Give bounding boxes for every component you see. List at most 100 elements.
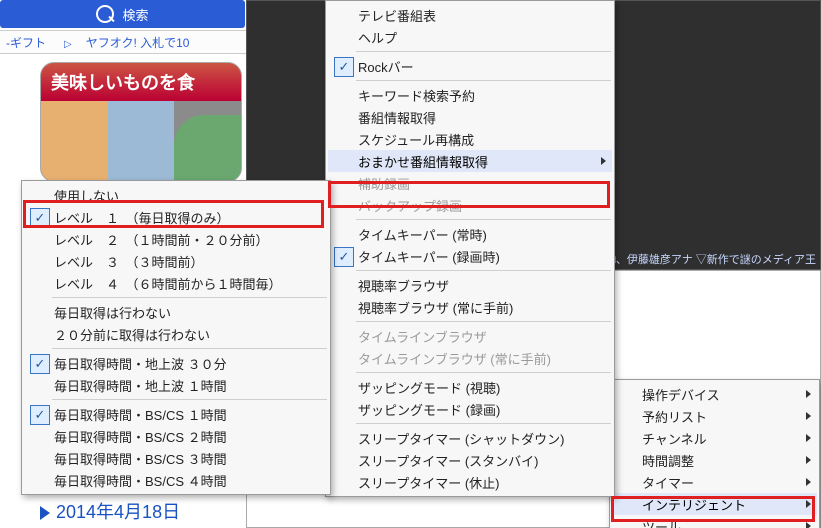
menu-item-label: キーワード検索予約 bbox=[358, 86, 475, 105]
menu-mid-item-18: タイムラインブラウザ bbox=[328, 325, 612, 347]
menu-mid-item-0[interactable]: テレビ番組表 bbox=[328, 4, 612, 26]
menu-separator bbox=[356, 219, 611, 220]
menu-item-label: ザッピングモード (視聴) bbox=[358, 378, 500, 397]
submenu-arrow-icon bbox=[806, 478, 811, 486]
menu-item-label: 毎日取得時間・地上波 ３０分 bbox=[54, 354, 227, 373]
menu-mid-item-7[interactable]: スケジュール再構成 bbox=[328, 128, 612, 150]
submenu-arrow-icon bbox=[806, 390, 811, 398]
menu-left-item-12[interactable]: ✓毎日取得時間・BS/CS １時間 bbox=[24, 403, 328, 425]
banner[interactable]: 美味しいものを食 bbox=[40, 62, 242, 182]
search-button[interactable]: 検索 bbox=[0, 0, 245, 28]
menu-mid-item-13[interactable]: ✓タイムキーパー (録画時) bbox=[328, 245, 612, 267]
menu-separator bbox=[356, 270, 611, 271]
menu-item-label: レベル ２ （１時間前・２０分前） bbox=[54, 230, 269, 249]
menu-separator bbox=[356, 372, 611, 373]
submenu-arrow-icon bbox=[806, 522, 811, 528]
menu-left-item-7[interactable]: ２０分前に取得は行わない bbox=[24, 323, 328, 345]
menu-item-label: タイムキーパー (常時) bbox=[358, 225, 487, 244]
menu-left-item-2[interactable]: レベル ２ （１時間前・２０分前） bbox=[24, 228, 328, 250]
highlight-level1 bbox=[23, 200, 324, 228]
menu-item-label: 操作デバイス bbox=[642, 385, 720, 404]
dark-caption: □、伊藤雄彦アナ ▽新作で謎のメディア王 bbox=[609, 251, 816, 267]
search-icon bbox=[96, 5, 114, 23]
play-icon bbox=[40, 506, 50, 520]
menu-right-item-1[interactable]: 予約リスト bbox=[612, 405, 817, 427]
menu-left-item-9[interactable]: ✓毎日取得時間・地上波 ３０分 bbox=[24, 352, 328, 374]
menu-mid-item-19: タイムラインブラウザ (常に手前) bbox=[328, 347, 612, 369]
menu-mid-item-8[interactable]: おまかせ番組情報取得 bbox=[328, 150, 612, 172]
context-menu-intelligent[interactable]: テレビ番組表ヘルプ✓Rockバーキーワード検索予約番組情報取得スケジュール再構成… bbox=[325, 0, 615, 497]
menu-item-label: 視聴率ブラウザ (常に手前) bbox=[358, 298, 513, 317]
menu-mid-item-6[interactable]: 番組情報取得 bbox=[328, 106, 612, 128]
menu-item-label: ヘルプ bbox=[358, 28, 397, 47]
menu-item-label: タイマー bbox=[642, 473, 694, 492]
submenu-arrow-icon bbox=[601, 157, 606, 165]
menu-separator bbox=[52, 399, 327, 400]
menu-item-label: 予約リスト bbox=[642, 407, 707, 426]
menu-item-label: Rockバー bbox=[358, 57, 414, 76]
menu-item-label: チャンネル bbox=[642, 429, 707, 448]
menu-right-item-4[interactable]: タイマー bbox=[612, 471, 817, 493]
menu-mid-item-26[interactable]: スリープタイマー (休止) bbox=[328, 471, 612, 493]
menu-mid-item-24[interactable]: スリープタイマー (シャットダウン) bbox=[328, 427, 612, 449]
menu-mid-item-15[interactable]: 視聴率ブラウザ bbox=[328, 274, 612, 296]
menu-item-label: 視聴率ブラウザ bbox=[358, 276, 449, 295]
menu-left-item-6[interactable]: 毎日取得は行わない bbox=[24, 301, 328, 323]
menu-separator bbox=[52, 297, 327, 298]
menu-item-label: レベル ３ （３時間前） bbox=[54, 252, 204, 271]
menu-separator bbox=[356, 423, 611, 424]
menu-left-item-10[interactable]: 毎日取得時間・地上波 １時間 bbox=[24, 374, 328, 396]
menu-item-label: テレビ番組表 bbox=[358, 6, 436, 25]
menu-mid-item-1[interactable]: ヘルプ bbox=[328, 26, 612, 48]
menu-mid-item-16[interactable]: 視聴率ブラウザ (常に手前) bbox=[328, 296, 612, 318]
check-icon: ✓ bbox=[334, 247, 354, 267]
menu-right-item-0[interactable]: 操作デバイス bbox=[612, 383, 817, 405]
menu-left-item-3[interactable]: レベル ３ （３時間前） bbox=[24, 250, 328, 272]
menu-item-label: おまかせ番組情報取得 bbox=[358, 152, 488, 171]
menu-mid-item-25[interactable]: スリープタイマー (スタンバイ) bbox=[328, 449, 612, 471]
highlight-intelligent bbox=[611, 496, 815, 522]
menu-item-label: 毎日取得時間・BS/CS １時間 bbox=[54, 405, 227, 424]
menu-mid-item-3[interactable]: ✓Rockバー bbox=[328, 55, 612, 77]
highlight-omakase bbox=[328, 181, 610, 208]
menu-separator bbox=[52, 348, 327, 349]
check-icon: ✓ bbox=[30, 405, 50, 425]
menu-mid-item-21[interactable]: ザッピングモード (視聴) bbox=[328, 376, 612, 398]
tab-links: -ギフト ▷ヤフオク! 入札で10 bbox=[0, 30, 246, 54]
menu-right-item-3[interactable]: 時間調整 bbox=[612, 449, 817, 471]
menu-mid-item-5[interactable]: キーワード検索予約 bbox=[328, 84, 612, 106]
date-bar[interactable]: 2014年4月18日 bbox=[40, 498, 180, 524]
menu-mid-item-22[interactable]: ザッピングモード (録画) bbox=[328, 398, 612, 420]
menu-item-label: 時間調整 bbox=[642, 451, 694, 470]
banner-title: 美味しいものを食 bbox=[41, 63, 241, 101]
menu-left-item-15[interactable]: 毎日取得時間・BS/CS ４時間 bbox=[24, 469, 328, 491]
menu-separator bbox=[356, 321, 611, 322]
submenu-arrow-icon bbox=[806, 412, 811, 420]
menu-left-item-13[interactable]: 毎日取得時間・BS/CS ２時間 bbox=[24, 425, 328, 447]
banner-images bbox=[41, 101, 241, 181]
menu-item-label: 番組情報取得 bbox=[358, 108, 436, 127]
tab-gift[interactable]: -ギフト bbox=[0, 34, 52, 51]
check-icon: ✓ bbox=[30, 354, 50, 374]
search-label: 検索 bbox=[122, 5, 148, 24]
menu-item-label: 毎日取得時間・地上波 １時間 bbox=[54, 376, 227, 395]
tab-auction[interactable]: ヤフオク! 入札で10 bbox=[80, 36, 196, 50]
date-label: 2014年4月18日 bbox=[56, 502, 180, 522]
menu-item-label: 毎日取得時間・BS/CS ３時間 bbox=[54, 449, 227, 468]
menu-item-label: レベル ４ （６時間前から１時間毎） bbox=[54, 274, 282, 293]
menu-item-label: 毎日取得は行わない bbox=[54, 303, 171, 322]
menu-item-label: ２０分前に取得は行わない bbox=[54, 325, 210, 344]
menu-item-label: スリープタイマー (休止) bbox=[358, 473, 500, 492]
menu-mid-item-12[interactable]: タイムキーパー (常時) bbox=[328, 223, 612, 245]
menu-item-label: 毎日取得時間・BS/CS ４時間 bbox=[54, 471, 227, 490]
menu-item-label: 毎日取得時間・BS/CS ２時間 bbox=[54, 427, 227, 446]
menu-left-item-4[interactable]: レベル ４ （６時間前から１時間毎） bbox=[24, 272, 328, 294]
triangle-icon: ▷ bbox=[58, 39, 78, 50]
menu-item-label: タイムラインブラウザ bbox=[358, 327, 487, 346]
menu-left-item-14[interactable]: 毎日取得時間・BS/CS ３時間 bbox=[24, 447, 328, 469]
submenu-arrow-icon bbox=[806, 456, 811, 464]
menu-item-label: スリープタイマー (スタンバイ) bbox=[358, 451, 539, 470]
menu-right-item-2[interactable]: チャンネル bbox=[612, 427, 817, 449]
menu-separator bbox=[356, 80, 611, 81]
menu-item-label: スリープタイマー (シャットダウン) bbox=[358, 429, 565, 448]
